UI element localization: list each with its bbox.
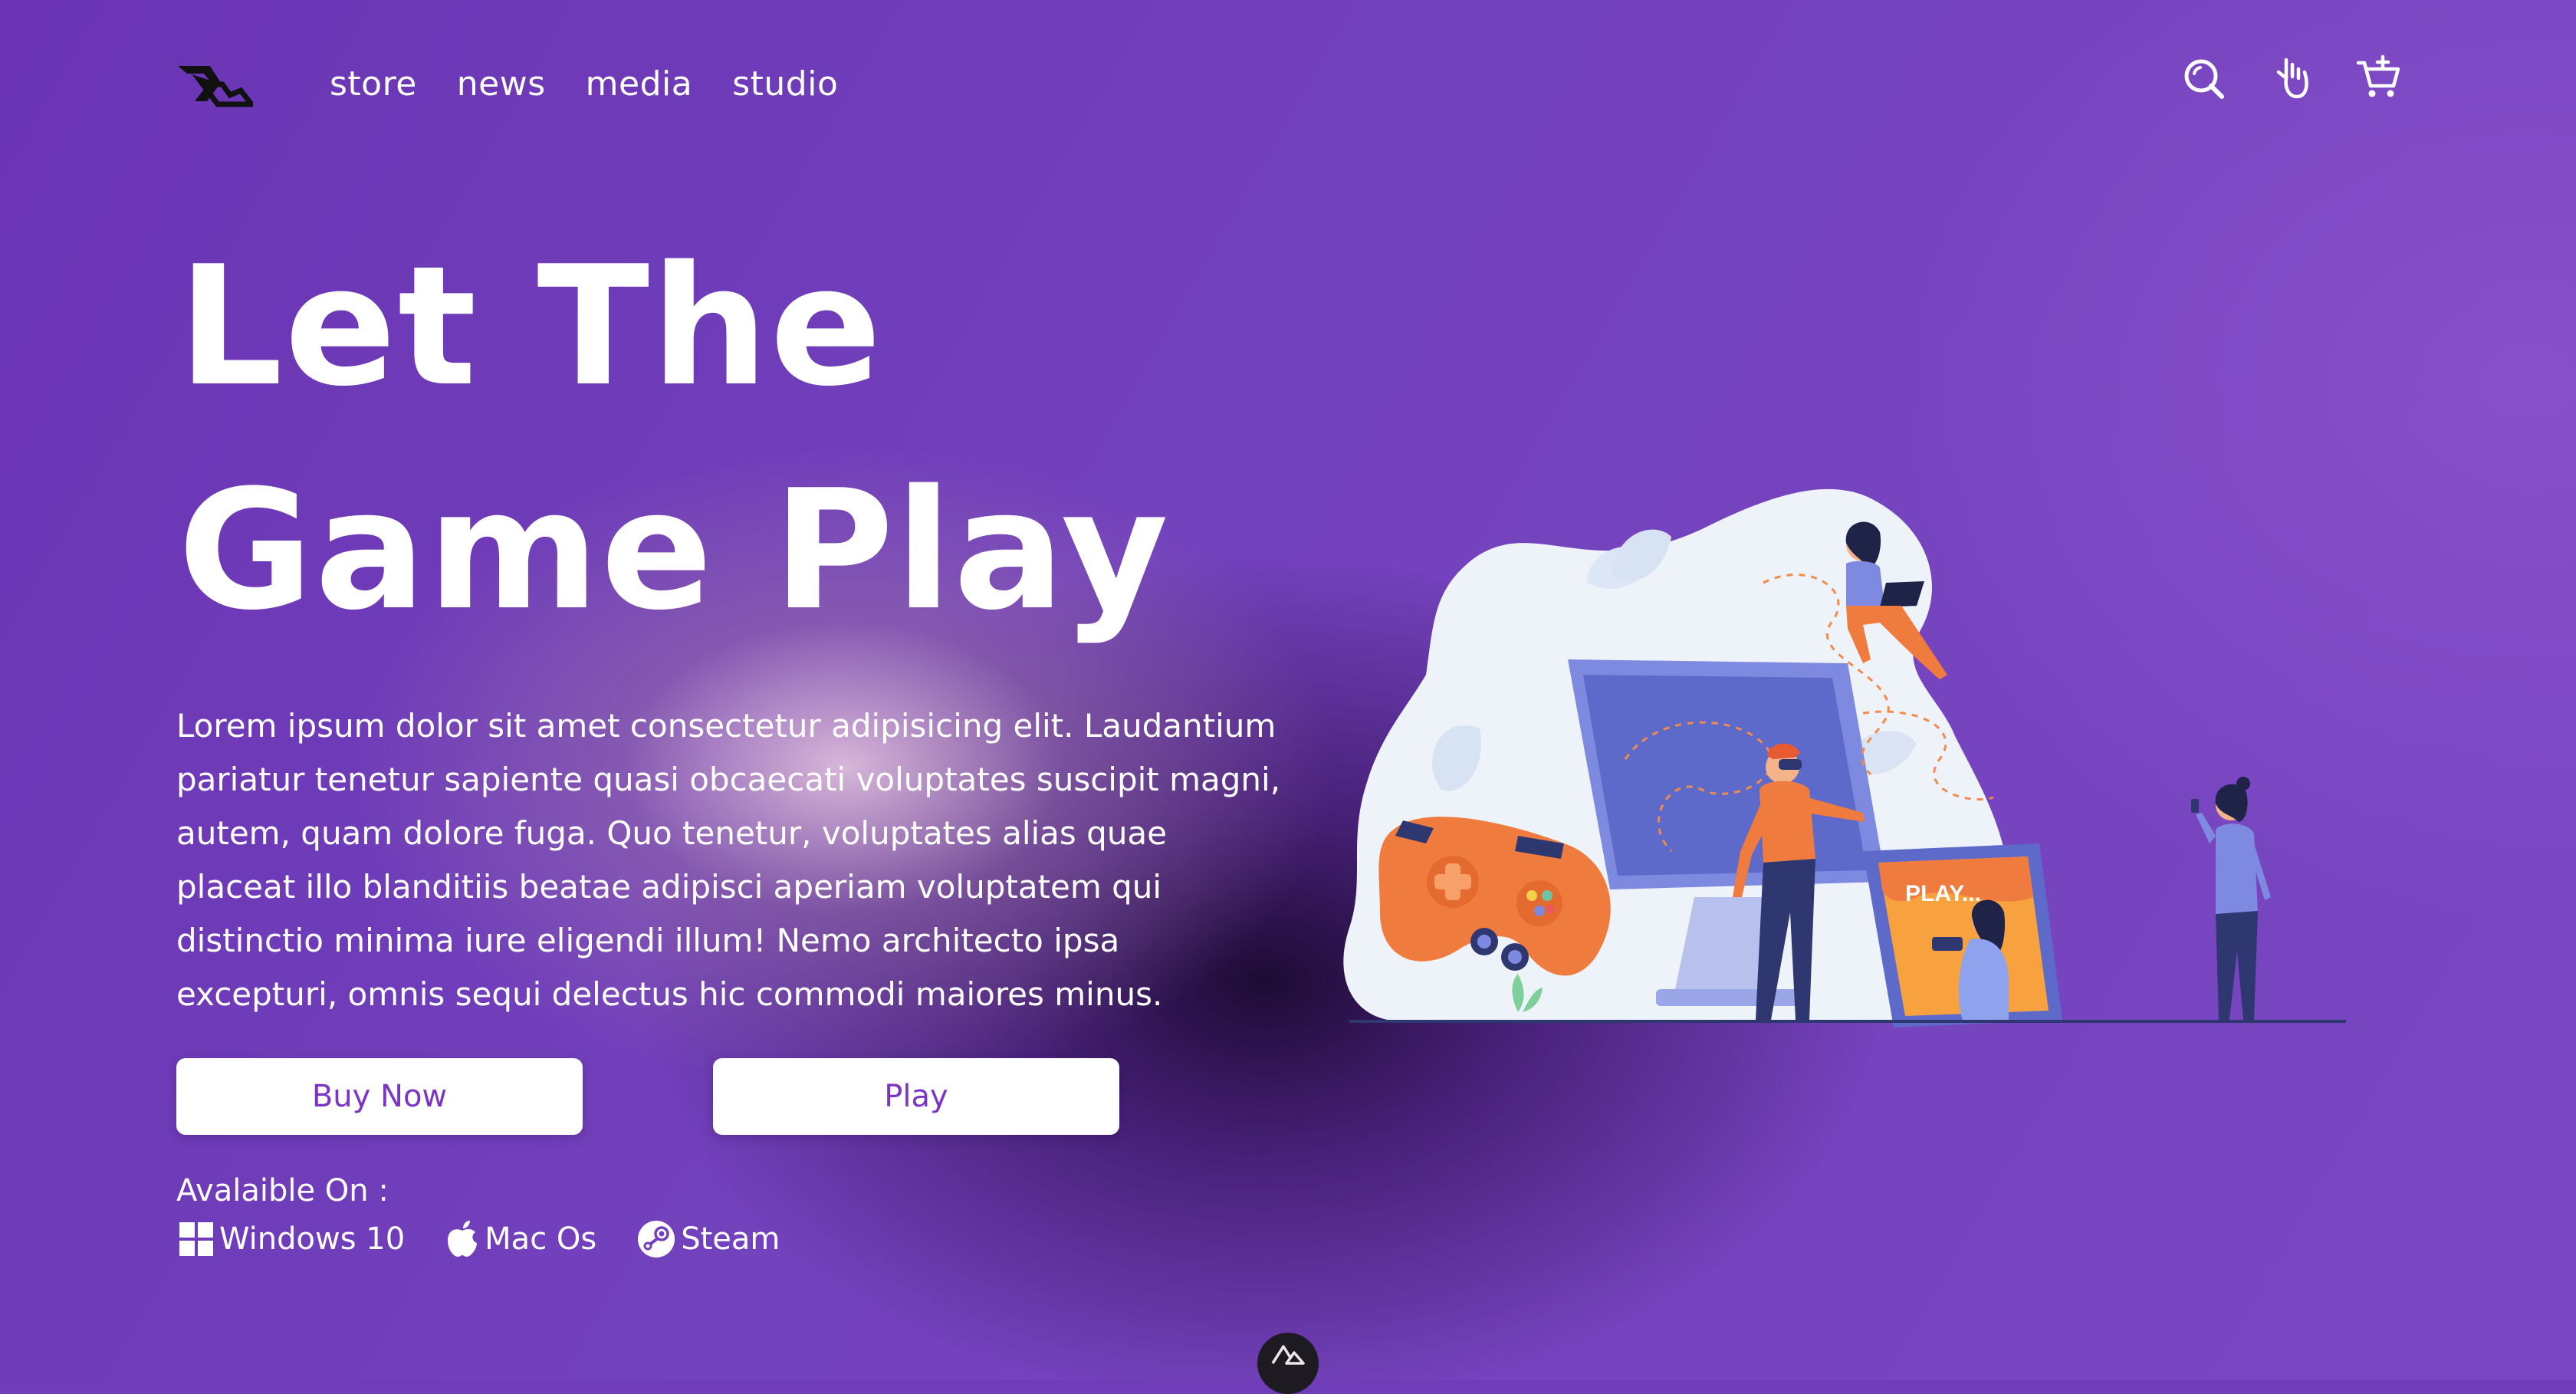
windows-icon: [179, 1222, 213, 1256]
nav-icons: [2180, 55, 2401, 101]
apple-icon: [448, 1221, 478, 1257]
nuxt-devtools-badge[interactable]: [1257, 1333, 1319, 1394]
main-menu: store news media studio: [330, 64, 838, 104]
hand-icon[interactable]: [2268, 55, 2314, 101]
gaming-illustration: PLAY...: [1334, 483, 2354, 1073]
illustration-screen-text: PLAY...: [1905, 881, 1981, 906]
platform-steam-label: Steam: [681, 1221, 780, 1257]
cart-add-icon[interactable]: [2355, 55, 2401, 101]
nav-news[interactable]: news: [457, 64, 546, 104]
platform-mac[interactable]: Mac Os: [445, 1219, 596, 1259]
hero-title: Let The Game Play: [178, 230, 1171, 646]
nav-store[interactable]: store: [330, 64, 417, 104]
platform-mac-label: Mac Os: [485, 1221, 597, 1257]
hero-description: Lorem ipsum dolor sit amet consectetur a…: [176, 707, 1281, 1013]
play-button[interactable]: Play: [713, 1058, 1119, 1135]
top-nav: store news media studio: [0, 0, 2576, 169]
platform-windows-label: Windows 10: [219, 1221, 406, 1257]
nuxt-icon: [1271, 1345, 1305, 1365]
available-on-label: Avalaible On :: [176, 1173, 389, 1208]
platform-list: Windows 10 Mac Os Steam: [178, 1219, 780, 1259]
nav-media[interactable]: media: [586, 64, 693, 104]
nav-studio[interactable]: studio: [732, 64, 838, 104]
buy-now-button[interactable]: Buy Now: [176, 1058, 583, 1135]
search-icon[interactable]: [2180, 55, 2226, 101]
platform-windows[interactable]: Windows 10: [178, 1219, 405, 1259]
steam-icon: [638, 1221, 675, 1258]
platform-steam[interactable]: Steam: [636, 1219, 780, 1259]
logo-icon: [178, 66, 258, 107]
brand-logo[interactable]: [176, 61, 258, 107]
